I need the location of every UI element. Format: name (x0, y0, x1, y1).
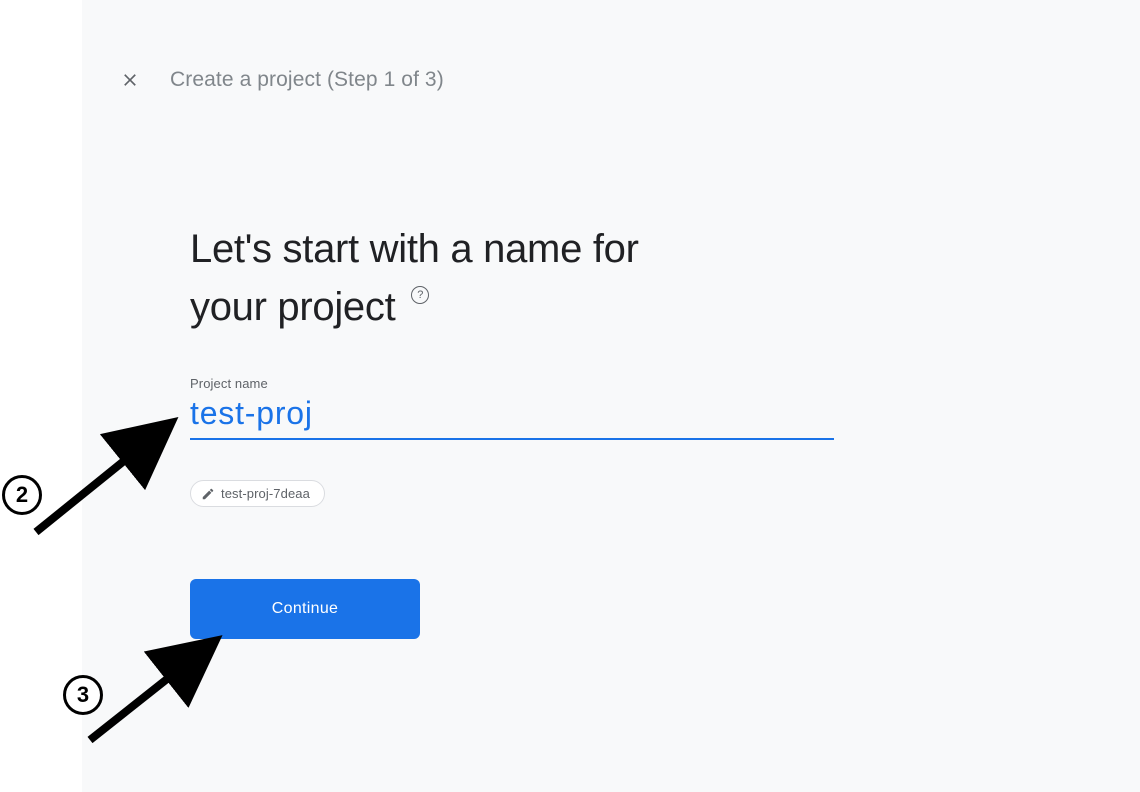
annotation-badge-2: 2 (2, 475, 42, 515)
headline: Let's start with a name for your project… (190, 220, 834, 336)
project-id-chip[interactable]: test-proj-7deaa (190, 480, 325, 507)
main-panel: Create a project (Step 1 of 3) Let's sta… (82, 0, 1140, 792)
top-row: Create a project (Step 1 of 3) (118, 68, 444, 92)
headline-line-2: your project (190, 285, 395, 329)
project-name-input[interactable] (190, 393, 834, 440)
white-margin-strip (0, 0, 82, 792)
step-title: Create a project (Step 1 of 3) (170, 68, 444, 92)
project-name-field: Project name (190, 376, 834, 440)
close-icon (120, 70, 140, 90)
project-name-label: Project name (190, 376, 834, 391)
headline-line-1: Let's start with a name for (190, 227, 639, 271)
close-button[interactable] (118, 68, 142, 92)
project-id-text: test-proj-7deaa (221, 486, 310, 501)
content-area: Let's start with a name for your project… (190, 220, 834, 639)
pencil-icon (201, 487, 215, 501)
help-icon[interactable]: ? (411, 286, 429, 304)
annotation-arrow-3 (80, 620, 240, 750)
annotation-badge-3: 3 (63, 675, 103, 715)
annotation-arrow-2 (26, 412, 186, 542)
